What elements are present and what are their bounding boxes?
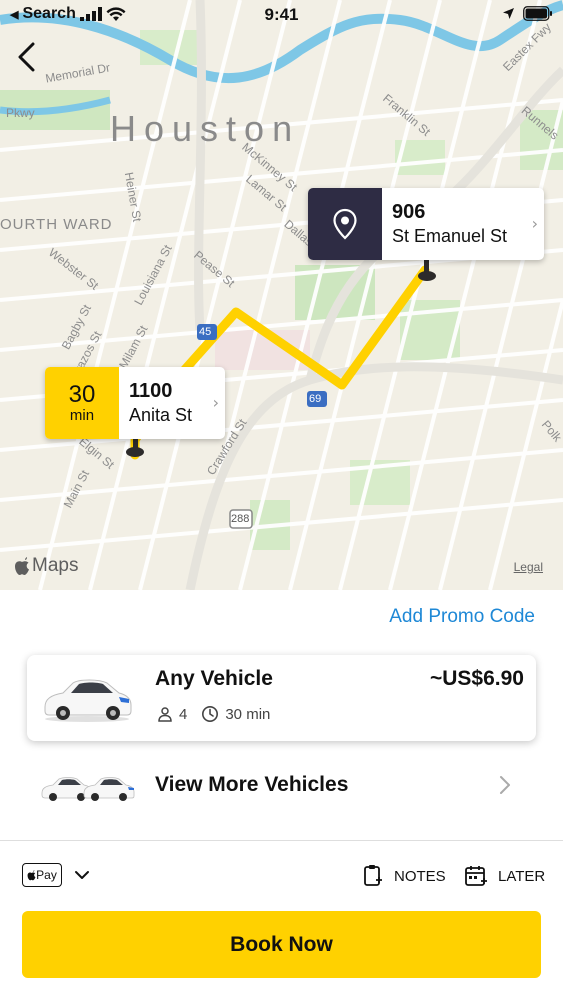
map-ward-label: OURTH WARD (0, 216, 113, 233)
vehicle-duration: 30 min (225, 705, 271, 723)
apple-logo-icon (27, 869, 36, 880)
selected-vehicle-card[interactable]: Any Vehicle ~US$6.90 4 30 min (27, 655, 536, 741)
clock-icon (202, 706, 219, 722)
cars-icon (41, 777, 135, 801)
notes-button[interactable]: NOTES (362, 864, 446, 888)
payment-method-label: Pay (36, 868, 57, 882)
divider (0, 840, 563, 841)
maps-provider-label: Maps (32, 555, 79, 576)
eta-badge: 30 min (45, 367, 119, 439)
chevron-right-icon (500, 776, 510, 794)
status-bar: ◀ Search 9:41 (0, 0, 563, 30)
chevron-down-icon (75, 871, 89, 879)
apple-pay-badge: Pay (22, 863, 62, 887)
vehicle-price: ~US$6.90 (430, 667, 524, 690)
apple-logo-icon (15, 556, 29, 575)
later-label: LATER (498, 867, 546, 885)
notes-label: NOTES (394, 867, 446, 885)
destination-callout[interactable]: 906 St Emanuel St › (308, 188, 544, 260)
chevron-left-icon (18, 42, 35, 72)
calendar-add-icon (465, 866, 487, 886)
person-icon (158, 707, 172, 722)
legal-link[interactable]: Legal (514, 560, 543, 574)
notes-icon (364, 865, 382, 886)
pickup-street: Anita St (129, 405, 193, 425)
eta-value: 30 (68, 380, 96, 408)
status-time: 9:41 (264, 5, 299, 24)
view-more-vehicles-label: View More Vehicles (155, 773, 349, 796)
chevron-right-icon: › (531, 214, 538, 233)
map-view[interactable]: 45 69 288 Houston Memorial Dr Pkwy Frank… (0, 0, 563, 590)
back-button[interactable] (10, 40, 44, 74)
shield-288: 288 (231, 513, 250, 525)
book-now-button[interactable]: Book Now (22, 911, 541, 978)
destination-number: 906 (392, 201, 426, 223)
battery-icon (523, 6, 552, 21)
map-base (0, 0, 563, 590)
maps-provider-logo: Maps (14, 555, 78, 577)
shield-69: 69 (309, 393, 322, 405)
pickup-number: 1100 (129, 380, 173, 402)
eta-unit: min (69, 406, 95, 424)
map-city-label: Houston (110, 108, 301, 149)
shield-45: 45 (199, 326, 212, 338)
location-arrow-icon (503, 8, 514, 19)
map-street-pkwy: Pkwy (6, 106, 35, 120)
chevron-right-icon: › (212, 393, 219, 412)
pickup-callout[interactable]: 30 min 1100 Anita St › (45, 367, 225, 439)
vehicle-seats: 4 (179, 705, 188, 723)
vehicle-name: Any Vehicle (155, 667, 273, 690)
car-icon (44, 679, 132, 722)
location-pin-icon (333, 208, 357, 240)
view-more-vehicles-row[interactable]: View More Vehicles (0, 755, 563, 815)
later-button[interactable]: LATER (464, 864, 545, 888)
destination-badge (308, 188, 382, 260)
destination-street: St Emanuel St (392, 226, 508, 246)
vehicle-meta: 4 30 min (157, 705, 270, 723)
payment-method-selector[interactable]: Pay (22, 863, 90, 887)
add-promo-code-link[interactable]: Add Promo Code (389, 606, 535, 628)
